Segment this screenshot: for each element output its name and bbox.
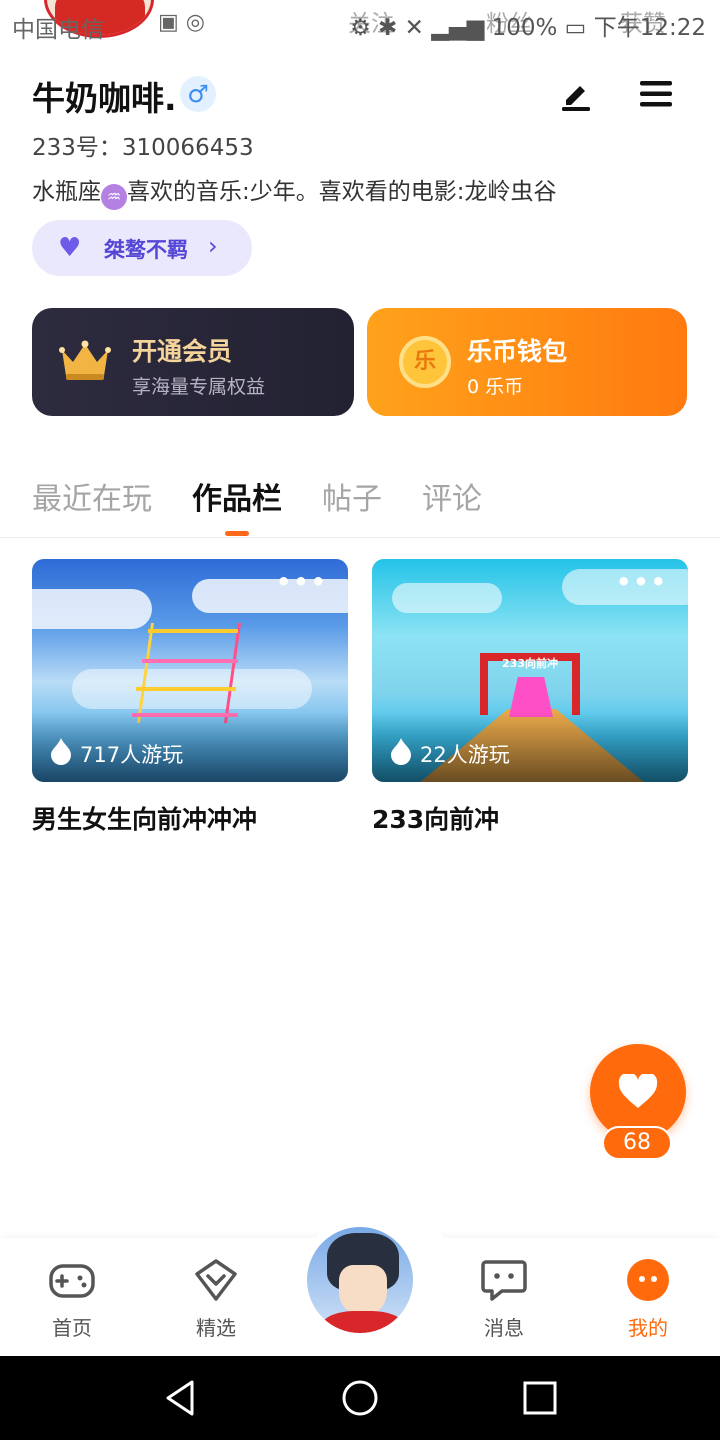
menu-button[interactable] [638, 76, 674, 112]
gamepad-icon [49, 1264, 95, 1298]
back-icon[interactable] [160, 1378, 200, 1418]
user-id: 233号：310066453 [32, 135, 254, 161]
wallet-balance: 0 乐币 [467, 376, 524, 398]
bio-zodiac-text: 水瓶座 [32, 179, 101, 205]
coin-icon: 乐 [399, 336, 451, 388]
game-track [136, 623, 242, 723]
tab-works[interactable]: 作品栏 [192, 474, 282, 518]
vip-subtitle: 享海量专属权益 [132, 376, 266, 398]
work-card[interactable]: 233向前冲 ••• 22人游玩 [372, 559, 688, 782]
status-bar: 中国电信 ▣ ◎ 关注 粉丝 获赞 ⚙ ✱ ✕ ▂▄▆ 100% ▭ 下午12:… [0, 0, 720, 48]
work-card[interactable]: ••• 717人游玩 [32, 559, 348, 782]
heart-box-icon [195, 1259, 237, 1301]
like-count-badge: 68 [602, 1126, 672, 1160]
track-platform [148, 629, 238, 633]
nav-home-label: 首页 [52, 1316, 92, 1340]
nav-center-avatar[interactable] [304, 1224, 416, 1336]
nav-mine[interactable]: 我的 [603, 1258, 693, 1341]
bio: 水瓶座 ♒ 喜欢的音乐:少年。喜欢看的电影:龙岭虫谷 [32, 172, 557, 210]
battery-percent: 100% [491, 15, 558, 41]
flame-icon [51, 738, 71, 765]
wallet-title: 乐币钱包 [467, 337, 568, 366]
status-right: ⚙ ✱ ✕ ▂▄▆ 100% ▭ 下午12:22 [350, 8, 706, 42]
tab-recent-played[interactable]: 最近在玩 [32, 474, 152, 518]
home-icon[interactable] [340, 1378, 380, 1418]
work-title[interactable]: 233向前冲 [372, 800, 499, 836]
aquarius-icon: ♒ [101, 184, 127, 210]
system-status-icons: ⚙ ✱ ✕ ▂▄▆ [350, 15, 492, 41]
pencil-icon [562, 86, 590, 111]
personality-tag-button[interactable]: ♥ 桀骜不羁 › [32, 220, 252, 276]
hamburger-menu-icon [640, 81, 672, 107]
cloud [32, 589, 152, 629]
nav-featured-label: 精选 [196, 1316, 236, 1340]
nav-messages-label: 消息 [484, 1316, 524, 1340]
nav-messages[interactable]: 消息 [459, 1258, 549, 1341]
crown-icon [59, 340, 111, 380]
play-count: 717人游玩 [80, 743, 184, 767]
gate-label: 233向前冲 [502, 657, 558, 670]
flame-icon [391, 738, 411, 765]
clock: 下午12:22 [593, 15, 706, 41]
play-count: 22人游玩 [420, 743, 510, 767]
track-platform [136, 687, 236, 691]
bio-text: 喜欢的音乐:少年。喜欢看的电影:龙岭虫谷 [127, 179, 557, 205]
tab-comments[interactable]: 评论 [422, 474, 482, 518]
heart-icon: ♥ [58, 233, 82, 263]
edit-profile-button[interactable] [558, 76, 594, 112]
wallet-card[interactable]: 乐 乐币钱包 0 乐币 [367, 308, 687, 416]
battery-icon: ▭ [564, 15, 587, 41]
nav-mine-label: 我的 [628, 1316, 668, 1340]
work-title[interactable]: 男生女生向前冲冲冲 [32, 800, 257, 836]
nav-home[interactable]: 首页 [27, 1258, 117, 1341]
vip-title: 开通会员 [132, 337, 233, 366]
notification-icons: ▣ ◎ [158, 10, 205, 35]
active-tab-indicator [225, 531, 249, 536]
tag-label: 桀骜不羁 [104, 238, 188, 262]
vip-membership-card[interactable]: 开通会员 享海量专属权益 [32, 308, 354, 416]
more-options-icon[interactable]: ••• [276, 570, 328, 594]
avatar-face [339, 1265, 387, 1315]
carrier-label: 中国电信 [12, 17, 104, 43]
tab-posts[interactable]: 帖子 [322, 474, 382, 518]
heart-icon [618, 1074, 658, 1108]
tabs-divider [0, 537, 720, 538]
chevron-right-icon: › [208, 232, 218, 260]
more-options-icon[interactable]: ••• [616, 570, 668, 594]
track-platform [142, 659, 238, 663]
profile-dots-icon [627, 1259, 669, 1301]
male-gender-icon: ♂ [180, 76, 216, 112]
chat-icon [481, 1260, 527, 1301]
nickname: 牛奶咖啡. [32, 79, 177, 118]
recents-icon[interactable] [520, 1378, 560, 1418]
avatar-shirt [321, 1311, 405, 1333]
cloud [392, 583, 502, 613]
nav-featured[interactable]: 精选 [171, 1258, 261, 1341]
system-nav-bar [0, 1356, 720, 1440]
